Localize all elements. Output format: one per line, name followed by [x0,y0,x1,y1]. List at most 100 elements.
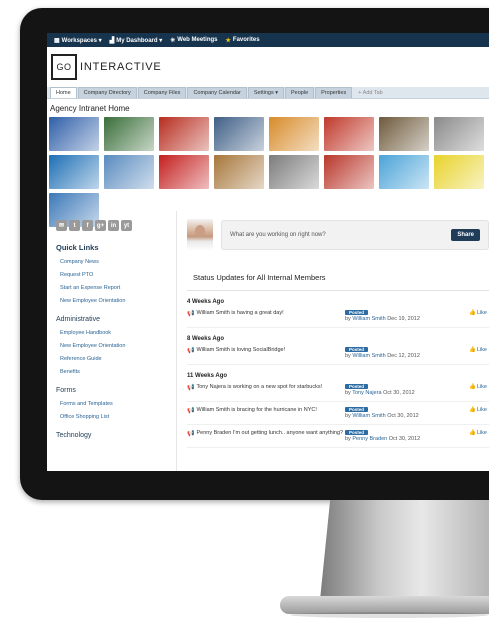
tab-settings[interactable]: Settings ▾ [247,87,284,98]
tab-bar: Home Company Directory Company Files Com… [47,87,489,99]
tab-company-files[interactable]: Company Files [137,87,187,98]
update-text: Tony Najera is working on a new spot for… [196,384,323,390]
status-update-row: 📢 William Smith is loving SocialBridge! … [187,347,489,365]
update-author-link[interactable]: Penny Braden [352,436,387,442]
gallery-photo[interactable] [379,117,429,151]
my-dashboard-menu[interactable]: ▟ My Dashboard ▾ [110,37,163,44]
email-icon[interactable]: ✉ [56,220,67,231]
add-tab-button[interactable]: + Add Tab [353,88,388,98]
monitor-stand-neck [320,500,489,600]
gallery-photo[interactable] [49,155,99,189]
update-text-wrap: 📢 William Smith is having a great day! [187,310,345,327]
like-button[interactable]: 👍 Like [469,407,489,424]
logo-mark: GO [51,54,77,80]
gallery-photo[interactable] [434,117,484,151]
tab-properties[interactable]: Properties [315,87,353,98]
gallery-photo[interactable] [104,155,154,189]
linkedin-icon[interactable]: in [108,220,119,231]
monitor-stand-shadow [290,612,489,618]
admin-link-orientation[interactable]: New Employee Orientation [56,343,176,349]
update-meta: Posted by William Smith Dec 12, 2012 [345,347,435,364]
megaphone-icon: 📢 [187,408,195,414]
workspaces-menu[interactable]: ▦ Workspaces ▾ [54,37,102,44]
update-author-link[interactable]: William Smith [352,353,385,359]
gallery-photo[interactable] [324,117,374,151]
favorites-link[interactable]: ★ Favorites [226,37,260,44]
posted-badge: Posted [345,430,369,435]
like-button[interactable]: 👍 Like [469,384,489,401]
intranet-screen: ▦ Workspaces ▾ ▟ My Dashboard ▾ ✳ Web Meeti… [47,33,489,471]
gallery-photo[interactable] [379,155,429,189]
gallery-photo[interactable] [269,117,319,151]
megaphone-icon: 📢 [187,385,195,391]
gallery-photo[interactable] [434,155,484,189]
gallery-photo[interactable] [49,117,99,151]
quick-link-request-pto[interactable]: Request PTO [56,272,176,278]
chart-icon: ▟ [109,37,115,44]
update-author-link[interactable]: William Smith [352,316,385,322]
update-date: Oct 30, 2012 [388,436,421,442]
twitter-icon[interactable]: t [69,220,80,231]
thumbs-up-icon: 👍 [469,384,476,390]
posted-badge: Posted [345,310,369,315]
star-icon: ★ [225,37,231,44]
gallery-photo[interactable] [214,155,264,189]
forms-link-templates[interactable]: Forms and Templates [56,401,176,407]
quick-link-orientation[interactable]: New Employee Orientation [56,298,176,304]
web-meetings-link[interactable]: ✳ Web Meetings [170,37,217,44]
tab-home[interactable]: Home [50,87,77,98]
update-text-wrap: 📢 Penny Braden I'm out getting lunch.. a… [187,430,345,447]
google-plus-icon[interactable]: g+ [95,220,106,231]
status-input[interactable]: What are you working on right now? Share [221,220,489,250]
like-label: Like [476,310,487,316]
monitor-mockup: ▦ Workspaces ▾ ▟ My Dashboard ▾ ✳ Web Meeti… [0,0,489,626]
update-date: Dec 12, 2012 [387,353,420,359]
posted-badge: Posted [345,384,369,389]
tab-company-calendar[interactable]: Company Calendar [187,87,247,98]
update-author-link[interactable]: William Smith [352,413,385,419]
facebook-icon[interactable]: f [82,220,93,231]
gallery-photo[interactable] [159,155,209,189]
tab-company-directory[interactable]: Company Directory [77,87,137,98]
megaphone-icon: 📢 [187,431,195,437]
share-button[interactable]: Share [451,229,480,241]
admin-link-reference-guide[interactable]: Reference Guide [56,356,176,362]
status-updates-heading: Status Updates for All Internal Members [187,265,489,291]
quick-link-company-news[interactable]: Company News [56,259,176,265]
forms-link-shopping-list[interactable]: Office Shopping List [56,414,176,420]
page-title: Agency Intranet Home [50,104,130,113]
gallery-photo[interactable] [324,155,374,189]
administrative-title: Administrative [56,316,100,323]
update-author-link[interactable]: Tony Najera [352,390,381,396]
update-meta: Posted by William Smith Dec 19, 2012 [345,310,435,327]
admin-link-handbook[interactable]: Employee Handbook [56,330,176,336]
forms-title: Forms [56,387,76,394]
update-text: William Smith is bracing for the hurrica… [196,407,317,413]
gallery-photo[interactable] [214,117,264,151]
globe-icon: ✳ [170,37,176,44]
like-button[interactable]: 👍 Like [469,347,489,364]
gallery-photo[interactable] [104,117,154,151]
update-text-wrap: 📢 William Smith is bracing for the hurri… [187,407,345,424]
like-button[interactable]: 👍 Like [469,430,489,447]
thumbs-up-icon: 👍 [469,310,476,316]
youtube-icon[interactable]: yt [121,220,132,231]
gallery-photo[interactable] [269,155,319,189]
main-feed: What are you working on right now? Share… [177,211,489,471]
update-text: William Smith is loving SocialBridge! [196,347,286,353]
by-label: by [345,316,351,322]
gallery-photo[interactable] [159,117,209,151]
admin-link-benefits[interactable]: Benefits [56,369,176,375]
thumbs-up-icon: 👍 [469,430,476,436]
posted-badge: Posted [345,347,369,352]
quick-links-title: Quick Links [56,243,99,252]
like-button[interactable]: 👍 Like [469,310,489,327]
status-update-row: 📢 William Smith is having a great day! P… [187,310,489,328]
thumbs-up-icon: 👍 [469,407,476,413]
tab-people[interactable]: People [285,87,315,98]
social-icons: ✉ t f g+ in yt [56,220,176,231]
by-label: by [345,436,351,442]
logo[interactable]: GO INTERACTIVE [47,47,489,87]
update-byline: by Tony Najera Oct 30, 2012 [345,390,435,396]
quick-link-expense-report[interactable]: Start an Expense Report [56,285,176,291]
